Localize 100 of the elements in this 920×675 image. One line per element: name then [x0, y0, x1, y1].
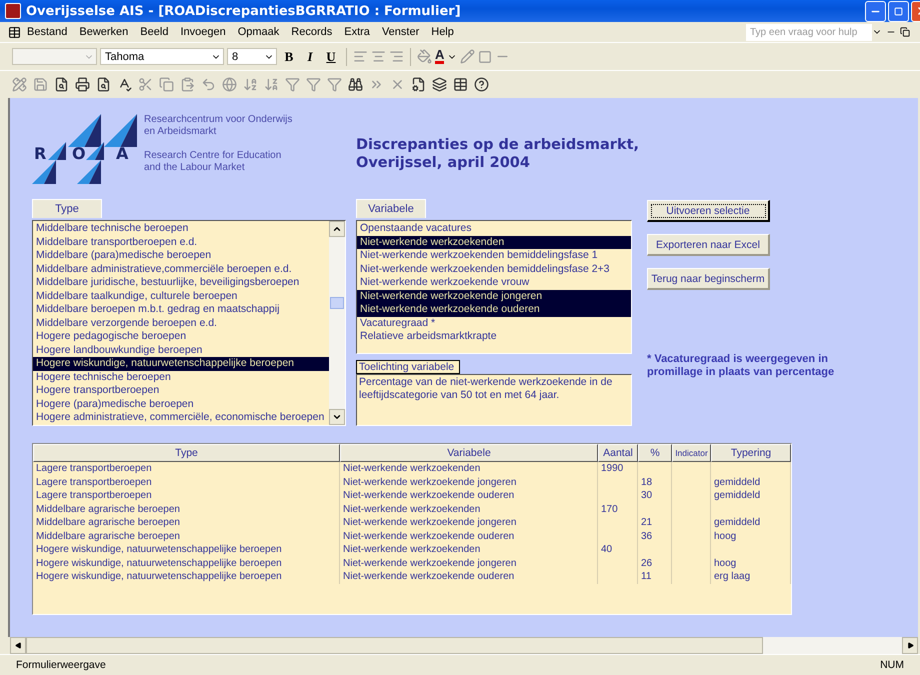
- properties-icon[interactable]: [411, 77, 426, 92]
- table-cell: Niet-werkende werkzoekenden: [340, 543, 598, 556]
- list-item[interactable]: Middelbare taalkundige, culturele beroepen: [33, 290, 329, 303]
- list-item[interactable]: Niet-werkende werkzoekenden bemiddelingsfase 2+3: [357, 262, 631, 276]
- list-item[interactable]: Niet-werkende werkzoekenden bemiddelingsfase 1: [357, 249, 631, 262]
- organisation-name: Research Centre for Education and the Labour Market: [144, 150, 282, 174]
- menu-item[interactable]: Venster: [376, 26, 426, 38]
- object-combo[interactable]: [12, 48, 97, 65]
- align-right-icon[interactable]: [389, 49, 404, 64]
- table-cell: 18: [638, 476, 672, 489]
- list-item[interactable]: Hogere wiskundige, natuurwetenschappelijke beroepen: [33, 357, 329, 370]
- menu-item[interactable]: Beeld: [134, 26, 174, 38]
- list-item[interactable]: Middelbare juridische, bestuurlijke, beveiligingsberoepen: [33, 276, 329, 290]
- form-button[interactable]: Uitvoeren selectie: [647, 200, 770, 222]
- menu-item[interactable]: Extra: [338, 26, 376, 38]
- table-cell: Niet-werkende werkzoekende jongeren: [340, 476, 598, 489]
- list-item[interactable]: Middelbare transportberoepen e.d.: [33, 236, 329, 249]
- delete-icon[interactable]: [390, 77, 405, 92]
- undo-icon[interactable]: [201, 77, 216, 92]
- list-item[interactable]: Niet-werkende werkzoekende vrouw: [357, 276, 631, 290]
- list-item[interactable]: Niet-werkende werkzoekende ouderen: [357, 303, 631, 316]
- horizontal-scrollbar[interactable]: [10, 637, 918, 654]
- scroll-thumb[interactable]: [330, 297, 344, 309]
- list-item[interactable]: Middelbare (para)medische beroepen: [33, 249, 329, 262]
- logo-letter: A: [116, 144, 128, 163]
- table-cell: 11: [638, 570, 672, 584]
- menu-item[interactable]: Records: [285, 26, 338, 38]
- table-cell: hoog: [711, 530, 791, 543]
- menu-item[interactable]: Help: [425, 26, 460, 38]
- cut-icon[interactable]: [138, 77, 153, 92]
- list-item[interactable]: Hogere transportberoepen: [33, 384, 329, 398]
- menu-item[interactable]: Invoegen: [174, 26, 232, 38]
- form-button[interactable]: Terug naar beginscherm: [647, 268, 770, 290]
- list-item[interactable]: Middelbare beroepen m.b.t. gedrag en maatschappij: [33, 303, 329, 316]
- list-item[interactable]: Openstaande vacatures: [357, 222, 631, 236]
- table-cell: 26: [638, 556, 672, 570]
- list-item[interactable]: Middelbare technische beroepen: [33, 222, 329, 236]
- list-item[interactable]: Middelbare administratieve,commerciële beroepen e.d.: [33, 262, 329, 276]
- paint-bucket-icon[interactable]: [417, 49, 432, 64]
- list-item[interactable]: Relatieve arbeidsmarktkrapte: [357, 330, 631, 344]
- list-item[interactable]: Hogere administratieve, commerciële, economische beroepen: [33, 411, 329, 424]
- scroll-left-icon[interactable]: [14, 642, 22, 649]
- list-item[interactable]: Niet-werkende werkzoekenden: [357, 236, 631, 249]
- table-cell: gemiddeld: [711, 489, 791, 502]
- filter-apply-icon[interactable]: [327, 77, 342, 92]
- form-button[interactable]: Exporteren naar Excel: [647, 234, 770, 256]
- underline-button[interactable]: U: [322, 48, 340, 64]
- binoculars-icon[interactable]: [348, 77, 363, 92]
- menu-item[interactable]: Bewerken: [73, 26, 134, 38]
- minimize-button[interactable]: [865, 0, 886, 22]
- list-item[interactable]: Hogere landbouwkundige beroepen: [33, 344, 329, 357]
- help-icon[interactable]: [474, 77, 489, 92]
- list-item[interactable]: Hogere technische beroepen: [33, 370, 329, 384]
- globe-icon[interactable]: [222, 77, 237, 92]
- print-preview-icon[interactable]: [96, 77, 111, 92]
- scroll-right-icon[interactable]: [906, 642, 914, 649]
- search-file-icon[interactable]: [54, 77, 69, 92]
- menu-item[interactable]: Bestand: [21, 26, 74, 38]
- help-field[interactable]: Typ een vraag voor hulp: [746, 24, 872, 40]
- sort-descending-icon[interactable]: [264, 77, 279, 92]
- window-title: Overijsselse AIS - [ROADiscrepantiesBGRRATIO : Formulier]: [26, 4, 462, 18]
- table-cell: Niet-werkende werkzoekenden: [340, 502, 598, 516]
- restore-icon: [894, 6, 903, 16]
- italic-button[interactable]: I: [301, 48, 319, 64]
- border-icon[interactable]: [478, 50, 492, 64]
- restore-button[interactable]: [888, 0, 909, 22]
- save-icon[interactable]: [33, 77, 48, 92]
- list-item[interactable]: Middelbare verzorgende beroepen e.d.: [33, 316, 329, 330]
- size-combo[interactable]: 8: [227, 48, 277, 65]
- logo-letter: R: [34, 144, 46, 163]
- menu-item[interactable]: Opmaak: [232, 26, 286, 38]
- filter-icon[interactable]: [285, 77, 300, 92]
- list-item[interactable]: Hogere (para)medische beroepen: [33, 398, 329, 411]
- spellcheck-icon[interactable]: [117, 77, 132, 92]
- list-item[interactable]: Hogere pedagogische beroepen: [33, 330, 329, 344]
- scrollbar[interactable]: [329, 221, 345, 425]
- align-left-icon[interactable]: [353, 49, 368, 64]
- table-cell: Niet-werkende werkzoekende ouderen: [340, 489, 598, 502]
- restore-icon[interactable]: [900, 27, 910, 37]
- list-item[interactable]: Vacaturegraad *: [357, 316, 631, 330]
- align-center-icon[interactable]: [371, 49, 386, 64]
- variable-list[interactable]: [356, 220, 632, 354]
- type-list[interactable]: [32, 220, 346, 426]
- font-color-button[interactable]: A: [435, 49, 444, 64]
- copy-icon[interactable]: [159, 77, 174, 92]
- printer-icon[interactable]: [75, 77, 90, 92]
- logo-letter: O: [72, 144, 86, 163]
- table-cell: Lagere transportberoepen: [33, 476, 340, 489]
- sort-ascending-icon[interactable]: [243, 77, 258, 92]
- scroll-up-icon[interactable]: [332, 224, 342, 234]
- filter-form-icon[interactable]: [306, 77, 321, 92]
- table-cell: Middelbare agrarische beroepen: [33, 530, 340, 543]
- scroll-down-icon[interactable]: [332, 412, 342, 422]
- page-title: Discrepanties op de arbeidsmarkt, Overijssel, april 2004: [356, 136, 640, 173]
- font-combo[interactable]: Tahoma: [100, 48, 224, 65]
- table-cell: Middelbare agrarische beroepen: [33, 516, 340, 530]
- bold-button[interactable]: B: [280, 48, 298, 64]
- table-icon[interactable]: [453, 77, 468, 92]
- paste-icon[interactable]: [180, 77, 195, 92]
- list-item[interactable]: Niet-werkende werkzoekende jongeren: [357, 290, 631, 303]
